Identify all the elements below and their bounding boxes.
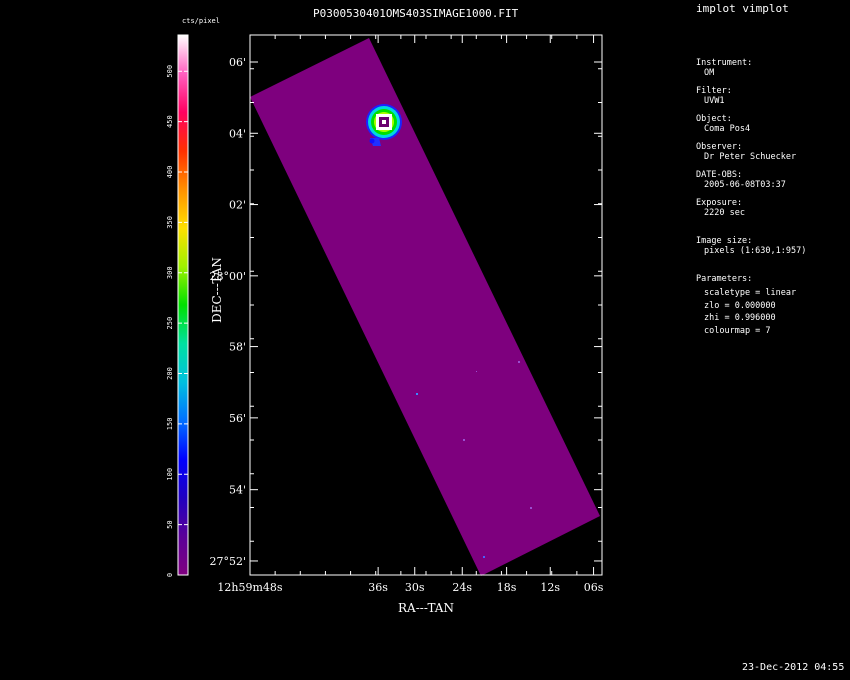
- colorbar-tick-label: 100: [166, 468, 174, 481]
- faint-source: [476, 371, 477, 372]
- x-axis-label: RA---TAN: [398, 601, 454, 615]
- colorbar-tick-label: 0: [166, 573, 174, 577]
- colorbar-tick-label: 350: [166, 216, 174, 229]
- param-colourmap: colourmap = 7: [704, 325, 771, 336]
- colorbar: 0 50 100 150 200 250 300 350 400 450 500: [166, 34, 189, 577]
- colorbar-tick-label: 200: [166, 367, 174, 380]
- colorbar-tick-label: 400: [166, 166, 174, 179]
- timestamp: 23-Dec-2012 04:55: [742, 662, 845, 673]
- param-scaletype: scaletype = linear: [704, 288, 797, 298]
- colorbar-tick-label: 500: [166, 65, 174, 78]
- y-tick-label: 02': [229, 199, 246, 212]
- instrument-label: Instrument:: [696, 58, 753, 68]
- object-label: Object:: [696, 114, 732, 124]
- exposure-label: Exposure:: [696, 198, 743, 208]
- x-tick-label: 24s: [452, 581, 472, 594]
- parameters-item: Parameters: scaletype = linear zlo = 0.0…: [696, 274, 846, 337]
- y-tick-label: 27°52': [209, 555, 246, 568]
- y-tick-label: 56': [229, 412, 246, 425]
- object-value: Coma Pos4: [704, 124, 751, 134]
- colorbar-unit-label: cts/pixel: [182, 17, 220, 25]
- app-label: implot vimplot: [696, 2, 789, 15]
- x-tick-label: 30s: [405, 581, 425, 594]
- y-tick-label: 06': [229, 56, 246, 69]
- x-tick-label: 18s: [497, 581, 517, 594]
- source-core-center: [382, 120, 386, 124]
- image-area: [250, 38, 600, 576]
- parameters-label: Parameters:: [696, 274, 753, 284]
- image-footprint: [250, 38, 600, 576]
- exposure-value: 2220 sec: [704, 208, 745, 218]
- y-tick-label: 54': [229, 484, 246, 497]
- faint-source: [483, 556, 485, 558]
- imagesize-value: pixels (1:630,1:957): [704, 246, 807, 256]
- faint-source: [530, 507, 532, 509]
- instrument-value: OM: [704, 68, 715, 78]
- colorbar-tick-label: 300: [166, 266, 174, 279]
- param-zhi: zhi = 0.996000: [704, 313, 776, 323]
- colorbar-tick-label: 50: [166, 520, 174, 528]
- x-tick-label: 36s: [368, 581, 388, 594]
- x-tick-label: 12h59m48s: [217, 581, 283, 594]
- observer-value: Dr Peter Schuecker: [704, 152, 797, 162]
- faint-source: [463, 439, 465, 441]
- x-tick-label: 12s: [540, 581, 560, 594]
- filter-item: Filter: UVW1: [696, 86, 846, 106]
- imagesize-label: Image size:: [696, 236, 753, 246]
- colorbar-tick-label: 250: [166, 317, 174, 330]
- param-zlo: zlo = 0.000000: [704, 300, 776, 311]
- plot-title: P0300530401OMS403SIMAGE1000.FIT: [313, 7, 519, 20]
- date-value: 2005-06-08T03:37: [704, 180, 786, 190]
- observer-label: Observer:: [696, 142, 743, 152]
- exposure-item: Exposure: 2220 sec: [696, 198, 846, 218]
- source-tail-dot: [369, 138, 375, 144]
- faint-source: [416, 393, 418, 395]
- x-tick-label: 06s: [584, 581, 604, 594]
- observer-item: Observer: Dr Peter Schuecker: [696, 142, 846, 162]
- object-item: Object: Coma Pos4: [696, 114, 846, 134]
- filter-label: Filter:: [696, 86, 732, 96]
- date-item: DATE-OBS: 2005-06-08T03:37: [696, 170, 846, 190]
- colorbar-tick-label: 450: [166, 115, 174, 128]
- info-panel: Instrument: OM Filter: UVW1 Object: Coma…: [696, 58, 846, 345]
- y-tick-label: 04': [229, 127, 246, 140]
- date-label: DATE-OBS:: [696, 170, 743, 180]
- filter-value: UVW1: [704, 96, 725, 106]
- colorbar-tick-label: 150: [166, 418, 174, 431]
- imagesize-item: Image size: pixels (1:630,1:957): [696, 236, 846, 256]
- colorbar-gradient: [178, 35, 188, 575]
- faint-source: [518, 361, 520, 363]
- y-tick-label: 58': [229, 341, 246, 354]
- y-axis-label: DEC---TAN: [210, 257, 224, 323]
- instrument-item: Instrument: OM: [696, 58, 846, 78]
